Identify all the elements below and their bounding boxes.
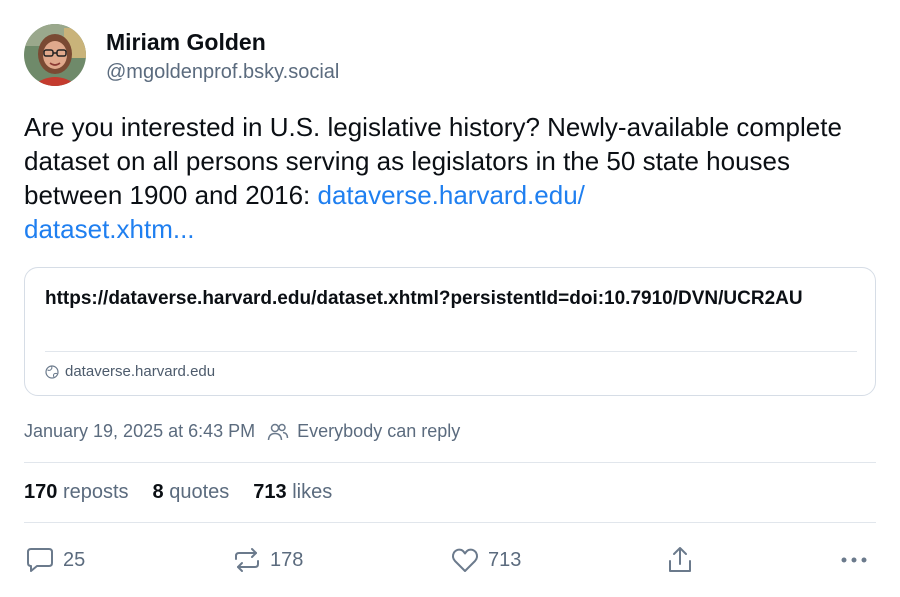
likes-label: likes (292, 481, 333, 503)
repost-icon (235, 548, 259, 572)
quotes-stat[interactable]: 8 quotes (153, 481, 230, 504)
embed-domain-row: dataverse.harvard.edu (45, 363, 215, 380)
more-icon (841, 557, 867, 563)
reply-button[interactable]: 25 (25, 540, 85, 580)
share-icon (669, 547, 691, 572)
like-button[interactable]: 713 (450, 540, 521, 580)
likes-count: 713 (253, 481, 287, 503)
reply-count: 25 (63, 548, 86, 571)
reply-setting-label: Everybody can reply (297, 421, 461, 441)
reply-setting[interactable]: Everybody can reply (267, 421, 460, 442)
author-info: Miriam Golden @mgoldenprof.bsky.social (106, 28, 339, 85)
embed-title: https://dataverse.harvard.edu/dataset.xh… (45, 288, 803, 309)
post-link-line2: dataset.xhtm... (24, 214, 195, 244)
like-count: 713 (488, 548, 522, 571)
like-icon (451, 548, 479, 572)
embed-domain: dataverse.harvard.edu (65, 363, 216, 380)
post-link-line1: dataverse.harvard.edu/ (317, 180, 585, 210)
reply-icon (27, 548, 53, 572)
people-icon (267, 423, 289, 440)
profile-photo-icon (24, 24, 86, 86)
author-display-name[interactable]: Miriam Golden (106, 28, 339, 56)
divider (24, 462, 876, 463)
action-bar: 25 178 713 (0, 540, 900, 580)
share-button[interactable] (666, 540, 694, 580)
quotes-count: 8 (152, 481, 164, 503)
divider (24, 522, 876, 523)
likes-stat[interactable]: 713 likes (253, 481, 332, 504)
post-timestamp[interactable]: January 19, 2025 at 6:43 PM (24, 421, 255, 442)
reposts-stat[interactable]: 170 reposts (24, 481, 129, 504)
avatar[interactable] (24, 24, 86, 86)
post-text: Are you interested in U.S. legislative h… (24, 110, 864, 246)
globe-icon (45, 364, 59, 379)
reposts-count: 170 (24, 481, 58, 503)
repost-count: 178 (270, 548, 304, 571)
post-stats: 170 reposts 8 quotes 713 likes (24, 481, 356, 504)
link-embed-card[interactable]: https://dataverse.harvard.edu/dataset.xh… (24, 267, 876, 396)
reposts-label: reposts (62, 481, 129, 503)
embed-divider (45, 351, 857, 352)
quotes-label: quotes (169, 481, 230, 503)
repost-button[interactable]: 178 (232, 540, 303, 580)
more-button[interactable] (840, 540, 868, 580)
post-meta: January 19, 2025 at 6:43 PM Everybody ca… (24, 421, 460, 442)
author-handle[interactable]: @mgoldenprof.bsky.social (106, 59, 339, 85)
